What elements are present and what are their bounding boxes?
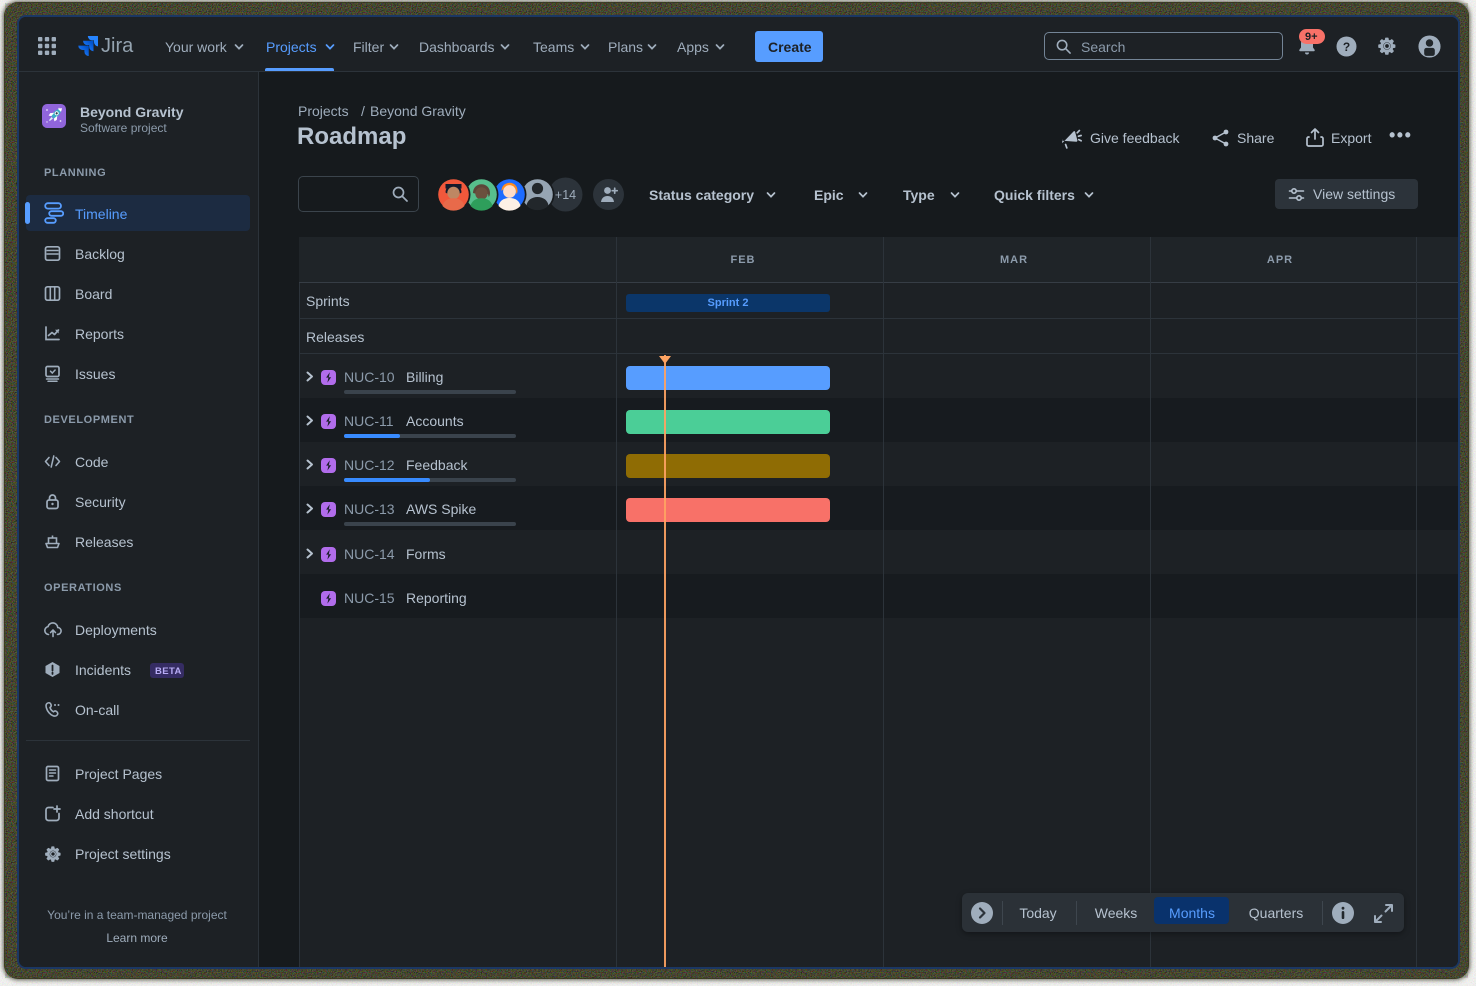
svg-text:?: ? [1343,40,1350,54]
svg-text:+14: +14 [555,188,576,202]
